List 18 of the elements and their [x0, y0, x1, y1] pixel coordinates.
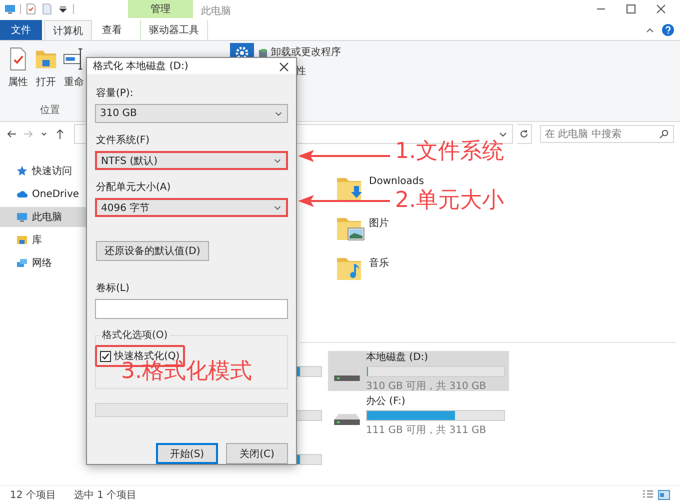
- group-label: 位置: [39, 104, 61, 117]
- annotation-text: 1.文件系统: [395, 141, 504, 163]
- window-title: 此电脑: [201, 4, 231, 18]
- context-tab-header: 管理: [128, 0, 193, 18]
- field-label: 容量(P):: [96, 86, 134, 100]
- field-label: 卷标(L): [96, 282, 130, 295]
- annotation-text: 2.单元大小: [395, 190, 504, 212]
- dialog-title: 格式化 本地磁盘 (D:): [93, 60, 190, 73]
- field-label: 分配单元大小(A): [96, 180, 172, 194]
- field-label: 文件系统(F): [96, 134, 151, 147]
- drive-name: 办公 (F:): [366, 394, 406, 408]
- free-space-text: 310 GB 可用，共 310 GB: [366, 380, 488, 392]
- drive-name: 本地磁盘 (D:): [366, 350, 430, 364]
- group-label: 格式化选项(O): [100, 328, 170, 342]
- annotation-text: 3.格式化模式: [121, 361, 252, 383]
- selection-count: 选中 1 个项目: [74, 488, 137, 502]
- item-count: 12 个项目: [10, 489, 56, 502]
- free-space-text: 111 GB 可用，共 311 GB: [366, 424, 488, 436]
